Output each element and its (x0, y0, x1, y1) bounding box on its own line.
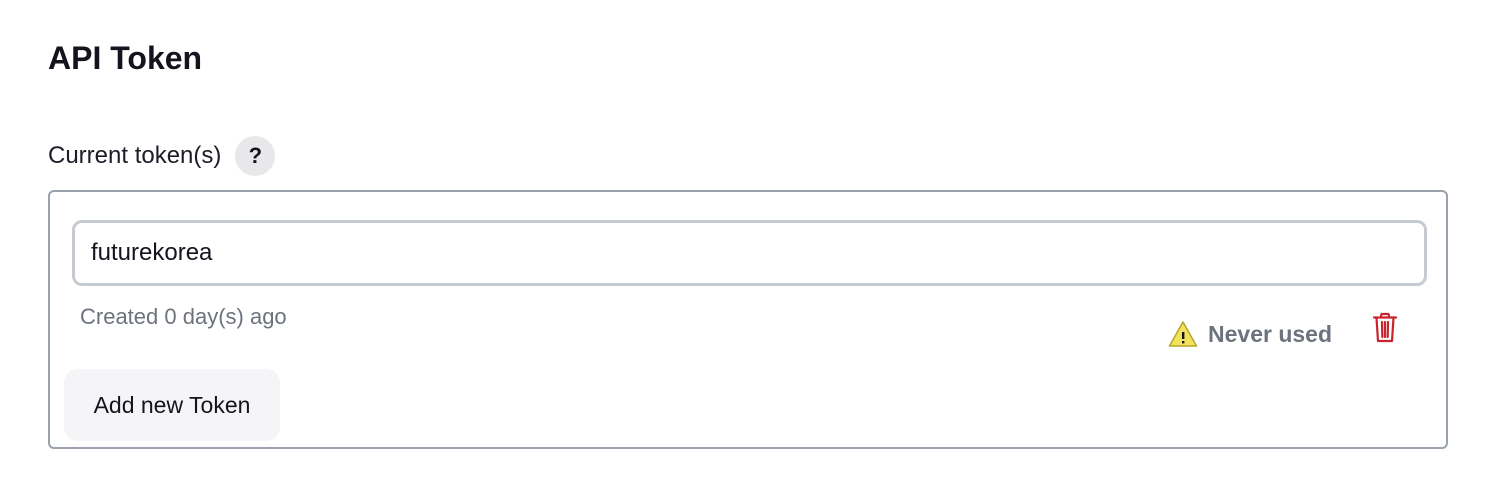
token-usage-status: Never used (1168, 316, 1332, 352)
tokens-panel: Created 0 day(s) ago Never used Add new … (48, 190, 1448, 449)
token-created-text: Created 0 day(s) ago (80, 304, 287, 329)
add-new-token-button[interactable]: Add new Token (64, 369, 280, 441)
page-title: API Token (48, 40, 203, 76)
token-usage-text: Never used (1208, 320, 1333, 347)
current-tokens-label: Current token(s) (48, 142, 222, 169)
token-name-input[interactable] (72, 220, 1427, 286)
current-tokens-label-row: Current token(s) ? (48, 136, 276, 176)
trash-icon (1372, 312, 1398, 343)
delete-token-button[interactable] (1368, 308, 1402, 348)
warning-icon (1168, 321, 1198, 347)
help-button[interactable]: ? (235, 136, 276, 176)
question-icon: ? (248, 143, 263, 168)
